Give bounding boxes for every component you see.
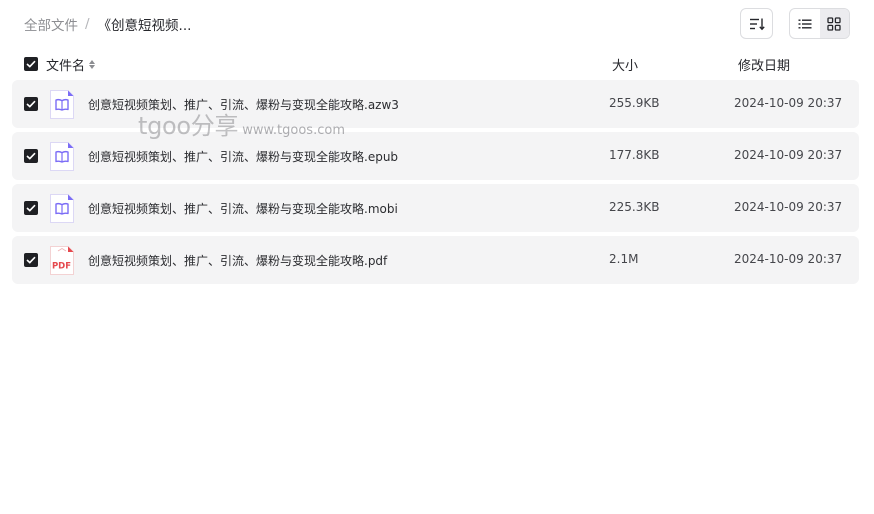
pdf-label: PDF [52, 262, 71, 272]
file-size: 225.3KB [609, 200, 660, 214]
file-name[interactable]: 创意短视频策划、推广、引流、爆粉与变现全能攻略.azw3 [88, 96, 399, 113]
file-name[interactable]: 创意短视频策划、推广、引流、爆粉与变现全能攻略.epub [88, 148, 398, 165]
file-name[interactable]: 创意短视频策划、推广、引流、爆粉与变现全能攻略.mobi [88, 200, 398, 217]
file-row[interactable]: PDF 创意短视频策划、推广、引流、爆粉与变现全能攻略.pdf 2.1M 202… [12, 236, 859, 284]
file-size: 2.1M [609, 252, 639, 266]
file-size: 255.9KB [609, 96, 660, 110]
file-row[interactable]: 创意短视频策划、推广、引流、爆粉与变现全能攻略.mobi 225.3KB 202… [12, 184, 859, 232]
checkmark-icon [26, 60, 36, 68]
row-checkbox[interactable] [24, 149, 38, 163]
sort-button[interactable] [740, 8, 773, 39]
ebook-file-icon [50, 142, 74, 171]
checkmark-icon [26, 256, 36, 264]
sort-arrows-icon [89, 60, 96, 69]
checkmark-icon [26, 100, 36, 108]
pdf-file-icon: PDF [50, 246, 74, 275]
row-checkbox[interactable] [24, 253, 38, 267]
view-toggle [789, 8, 850, 39]
ebook-file-icon [50, 194, 74, 223]
breadcrumb: 全部文件 / 《创意短视频... [24, 14, 191, 34]
file-size: 177.8KB [609, 148, 660, 162]
list-view-icon [798, 19, 812, 28]
checkmark-icon [26, 204, 36, 212]
file-row[interactable]: 创意短视频策划、推广、引流、爆粉与变现全能攻略.azw3 255.9KB 202… [12, 80, 859, 128]
column-date-header[interactable]: 修改日期 [738, 55, 790, 74]
column-size-header[interactable]: 大小 [612, 55, 638, 74]
file-list: 创意短视频策划、推广、引流、爆粉与变现全能攻略.azw3 255.9KB 202… [12, 80, 859, 288]
grid-view-icon [827, 16, 841, 31]
file-date: 2024-10-09 20:37 [734, 148, 843, 162]
list-view-button[interactable] [790, 9, 820, 38]
breadcrumb-root-link[interactable]: 全部文件 [24, 14, 78, 34]
checkmark-icon [26, 152, 36, 160]
ebook-file-icon [50, 90, 74, 119]
select-all-checkbox[interactable] [24, 57, 38, 71]
row-checkbox[interactable] [24, 97, 38, 111]
table-header: 文件名 大小 修改日期 [12, 52, 859, 76]
column-name-label: 文件名 [46, 59, 86, 74]
breadcrumb-current: 《创意短视频... [97, 18, 192, 34]
file-name[interactable]: 创意短视频策划、推广、引流、爆粉与变现全能攻略.pdf [88, 252, 387, 269]
row-checkbox[interactable] [24, 201, 38, 215]
file-row[interactable]: 创意短视频策划、推广、引流、爆粉与变现全能攻略.epub 177.8KB 202… [12, 132, 859, 180]
column-name-header[interactable]: 文件名 [46, 55, 96, 74]
file-date: 2024-10-09 20:37 [734, 252, 843, 266]
breadcrumb-separator: / [85, 16, 90, 32]
sort-list-icon [749, 18, 765, 30]
file-date: 2024-10-09 20:37 [734, 96, 843, 110]
grid-view-button[interactable] [819, 9, 849, 38]
file-date: 2024-10-09 20:37 [734, 200, 843, 214]
